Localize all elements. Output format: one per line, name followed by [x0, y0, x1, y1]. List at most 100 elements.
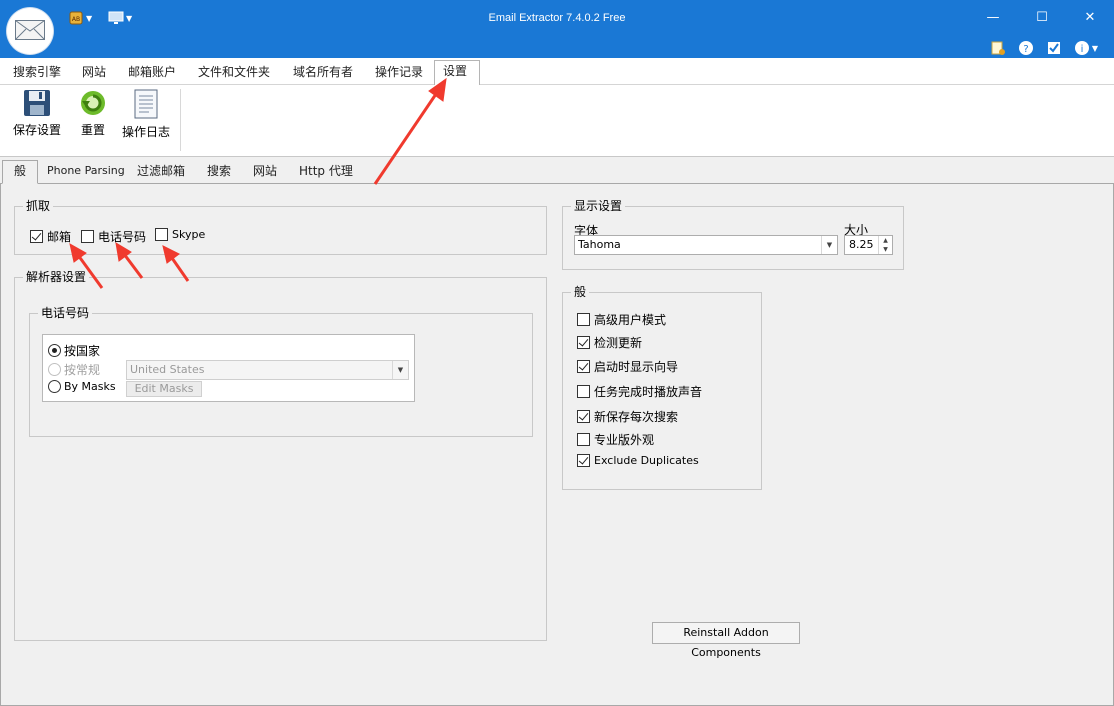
radio-by-masks-label: By Masks — [64, 380, 116, 393]
operation-log-button[interactable]: 操作日志 — [118, 89, 174, 140]
checkbox-box — [577, 336, 590, 349]
settings-panel: 抓取 邮箱 电话号码 Skype 解析器设置 电话号码 按国家 按常规 By M… — [0, 184, 1114, 706]
edit-masks-button[interactable]: Edit Masks — [126, 381, 202, 397]
subtab-search[interactable]: 搜索 — [207, 163, 231, 184]
phone-number-group: 电话号码 按国家 按常规 By Masks United States ▼ Ed… — [29, 305, 533, 437]
option-label: Exclude Duplicates — [594, 454, 699, 467]
subtab-website[interactable]: 网站 — [253, 163, 277, 184]
radio-dot — [48, 344, 61, 357]
show-wizard-checkbox[interactable]: 启动时显示向导 — [577, 358, 678, 375]
checkbox-box — [577, 313, 590, 326]
advanced-user-mode-checkbox[interactable]: 高级用户模式 — [577, 311, 666, 328]
option-label: 启动时显示向导 — [594, 360, 679, 374]
general-options-group: 般 高级用户模式 检测更新 启动时显示向导 任务完成时播放声音 新保存每次搜索 … — [562, 284, 762, 490]
checkbox-box — [155, 228, 168, 241]
checkbox-box — [577, 454, 590, 467]
general-options-title: 般 — [571, 284, 590, 300]
save-each-search-checkbox[interactable]: 新保存每次搜索 — [577, 408, 678, 425]
radio-regular[interactable]: 按常规 — [48, 361, 100, 378]
country-select[interactable]: United States ▼ — [126, 360, 409, 380]
capture-group: 抓取 邮箱 电话号码 Skype — [14, 198, 547, 255]
info-menu[interactable]: i ▼ — [1074, 40, 1098, 56]
subtab-http-proxy[interactable]: Http 代理 — [299, 163, 353, 184]
save-settings-label: 保存设置 — [12, 123, 61, 137]
floppy-disk-icon — [24, 90, 50, 116]
option-label: 任务完成时播放声音 — [594, 385, 703, 399]
phone-mode-box: 按国家 按常规 By Masks United States ▼ Edit Ma… — [42, 334, 415, 402]
checkbox-box — [577, 433, 590, 446]
parser-settings-title: 解析器设置 — [23, 269, 90, 285]
checkbox-box — [577, 360, 590, 373]
font-select-value: Tahoma — [578, 238, 621, 251]
radio-by-masks[interactable]: By Masks — [48, 380, 116, 393]
tab-operation-log[interactable]: 操作记录 — [367, 62, 431, 85]
ribbon-toolbar: 保存设置 重置 操作日志 — [0, 85, 1114, 157]
spinner-arrows-icon[interactable]: ▲ ▼ — [878, 236, 892, 254]
checkbox-box — [81, 230, 94, 243]
subtab-phone-parsing[interactable]: Phone Parsing — [47, 163, 125, 184]
checkbox-box — [30, 230, 43, 243]
phone-number-group-title: 电话号码 — [38, 305, 93, 321]
document-icon — [134, 89, 158, 119]
skype-checkbox[interactable]: Skype — [155, 228, 205, 241]
display-settings-group: 显示设置 字体 大小 Tahoma ▼ 8.25 ▲ ▼ — [562, 198, 904, 270]
tab-files-folders[interactable]: 文件和文件夹 — [190, 62, 278, 85]
parser-settings-group: 解析器设置 电话号码 按国家 按常规 By Masks United State… — [14, 269, 547, 641]
chevron-down-icon: ▼ — [1091, 43, 1098, 53]
notes-icon[interactable] — [990, 40, 1006, 56]
checklist-icon[interactable] — [1046, 40, 1062, 56]
refresh-icon — [81, 91, 105, 115]
capture-group-title: 抓取 — [23, 198, 54, 214]
svg-text:i: i — [1080, 44, 1083, 55]
main-menu-bar: 搜索引擎 网站 邮箱账户 文件和文件夹 域名所有者 操作记录 设置 — [0, 58, 1114, 86]
checkbox-box — [577, 385, 590, 398]
close-button[interactable]: ✕ — [1080, 8, 1100, 28]
checkbox-box — [577, 410, 590, 423]
skype-checkbox-label: Skype — [172, 228, 206, 241]
option-label: 高级用户模式 — [594, 313, 667, 327]
pro-appearance-checkbox[interactable]: 专业版外观 — [577, 431, 654, 448]
radio-dot — [48, 380, 61, 393]
country-select-value: United States — [130, 363, 205, 376]
subtab-filter-email[interactable]: 过滤邮箱 — [137, 163, 185, 184]
tab-website[interactable]: 网站 — [74, 62, 114, 85]
email-checkbox-label: 邮箱 — [47, 230, 72, 244]
maximize-button[interactable]: ☐ — [1032, 8, 1052, 28]
reset-label: 重置 — [80, 123, 105, 137]
minimize-button[interactable]: — — [983, 8, 1003, 28]
svg-text:?: ? — [1023, 44, 1028, 55]
radio-by-country-label: 按国家 — [64, 344, 101, 358]
reinstall-addon-button[interactable]: Reinstall Addon Components — [652, 622, 800, 659]
radio-regular-label: 按常规 — [64, 363, 101, 377]
tab-email-accounts[interactable]: 邮箱账户 — [120, 62, 184, 85]
tab-domain-owner[interactable]: 域名所有者 — [285, 62, 361, 85]
size-spinner-value: 8.25 — [849, 238, 874, 251]
save-settings-button[interactable]: 保存设置 — [8, 89, 66, 138]
radio-dot — [48, 363, 61, 376]
play-sound-checkbox[interactable]: 任务完成时播放声音 — [577, 383, 702, 400]
exclude-duplicates-checkbox[interactable]: Exclude Duplicates — [577, 454, 699, 467]
chevron-down-icon: ▼ — [392, 361, 408, 379]
help-icon[interactable]: ? — [1018, 40, 1034, 56]
reset-button[interactable]: 重置 — [72, 89, 114, 138]
size-spinner[interactable]: 8.25 ▲ ▼ — [844, 235, 893, 255]
title-bar: AB ▼ ▼ Email Extractor 7.4.0.2 Free — ☐ … — [0, 0, 1114, 58]
subtab-general[interactable]: 般 — [2, 160, 38, 184]
radio-by-country[interactable]: 按国家 — [48, 342, 100, 359]
chevron-down-icon: ▼ — [821, 236, 837, 254]
ribbon-separator — [180, 89, 181, 151]
display-settings-title: 显示设置 — [571, 198, 626, 214]
option-label: 检测更新 — [594, 336, 643, 350]
font-select[interactable]: Tahoma ▼ — [574, 235, 838, 255]
operation-log-label: 操作日志 — [121, 125, 170, 139]
phone-checkbox[interactable]: 电话号码 — [81, 228, 146, 245]
tab-search-engine[interactable]: 搜索引擎 — [5, 62, 69, 85]
email-checkbox[interactable]: 邮箱 — [30, 228, 71, 245]
option-label: 专业版外观 — [594, 433, 655, 447]
window-title: Email Extractor 7.4.0.2 Free — [488, 12, 626, 24]
option-label: 新保存每次搜索 — [594, 410, 679, 424]
check-updates-checkbox[interactable]: 检测更新 — [577, 334, 642, 351]
info-icon: i — [1074, 41, 1089, 55]
tab-settings[interactable]: 设置 — [434, 60, 480, 86]
help-toolbar: ? i ▼ — [990, 40, 1098, 56]
